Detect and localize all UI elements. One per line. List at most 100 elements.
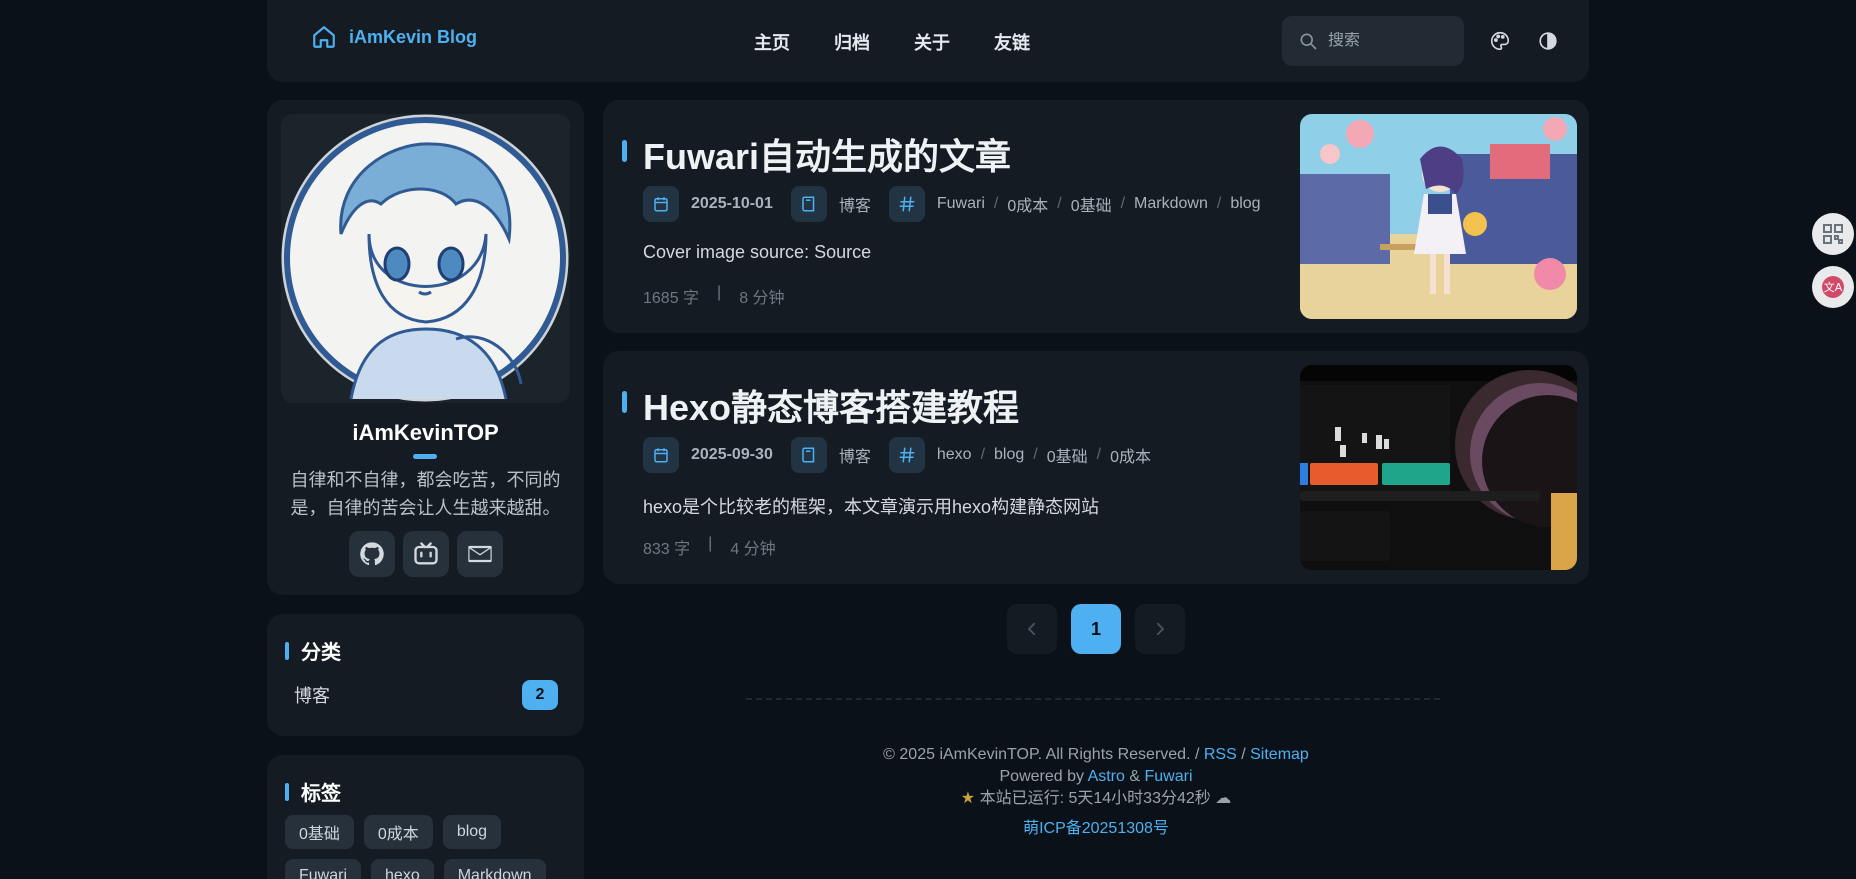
search-input[interactable] xyxy=(1328,32,1448,50)
avatar[interactable] xyxy=(281,114,570,403)
prev-page-button[interactable] xyxy=(1007,604,1057,654)
bilibili-button[interactable] xyxy=(403,531,449,577)
contrast-icon xyxy=(1539,32,1557,50)
tag-list: 0基础 0成本 blog Fuwari hexo Markdown xyxy=(285,815,575,879)
calendar-badge xyxy=(643,437,679,473)
footer-runtime-line: ★ 本站已运行: 5天14小时33分42秒 ☁ xyxy=(603,788,1589,810)
tag-separator: / xyxy=(1033,446,1038,463)
page-number-button[interactable]: 1 xyxy=(1071,604,1121,654)
footer-copyright-line: © 2025 iAmKevinTOP. All Rights Reserved.… xyxy=(603,744,1589,766)
translate-button[interactable]: 文A xyxy=(1812,266,1854,308)
palette-icon xyxy=(1491,31,1510,51)
footer-slash: / xyxy=(1241,746,1246,763)
fuwari-link[interactable]: Fuwari xyxy=(1144,768,1192,785)
tags-badge xyxy=(888,186,925,222)
calendar-icon xyxy=(654,197,668,212)
theme-color-button[interactable] xyxy=(1483,24,1517,58)
star-icon: ★ xyxy=(960,790,976,807)
next-page-button[interactable] xyxy=(1135,604,1185,654)
navbar: iAmKevin Blog 主页 归档 关于 友链 xyxy=(267,0,1589,82)
post-tag[interactable]: blog xyxy=(994,446,1024,464)
post-stats: 833 字 | 4 分钟 xyxy=(643,535,776,559)
post-category[interactable]: 博客 xyxy=(839,192,871,216)
footer-powered-line: Powered by Astro & Fuwari xyxy=(603,766,1589,788)
category-label: 博客 xyxy=(294,686,330,706)
brand-link[interactable]: iAmKevin Blog xyxy=(311,24,477,50)
category-badge xyxy=(790,437,827,473)
powered-by-text: Powered by xyxy=(999,768,1085,785)
nav-item-friends[interactable]: 友链 xyxy=(972,25,1052,59)
nav-item-about[interactable]: 关于 xyxy=(892,25,972,59)
tags-badge xyxy=(888,437,925,473)
post-category[interactable]: 博客 xyxy=(839,443,871,467)
tag-chip[interactable]: 0成本 xyxy=(363,815,433,849)
stats-divider: | xyxy=(717,284,722,301)
avatar-frame xyxy=(281,114,570,403)
home-icon xyxy=(313,26,335,48)
post-tag[interactable]: blog xyxy=(1230,195,1260,213)
profile-bio: 自律和不自律，都会吃苦，不同的是，自律的苦会让人生越来越甜。 xyxy=(290,470,561,518)
post-cover-image[interactable] xyxy=(1300,365,1577,570)
qr-code-icon xyxy=(1823,224,1843,244)
tag-chip[interactable]: Markdown xyxy=(443,859,546,879)
runtime-text: 本站已运行: 5天14小时33分42秒 xyxy=(979,790,1211,807)
read-time: 4 分钟 xyxy=(730,541,776,558)
post-cover-image[interactable] xyxy=(1300,114,1577,319)
tag-separator: / xyxy=(980,446,986,463)
post-tag[interactable]: 0成本 xyxy=(1007,192,1048,216)
copyright-text: © 2025 iAmKevinTOP. All Rights Reserved.… xyxy=(883,746,1200,763)
chevron-right-icon xyxy=(1156,622,1165,636)
social-links xyxy=(349,531,503,577)
dark-mode-toggle[interactable] xyxy=(1531,24,1565,58)
title-accent xyxy=(285,782,289,801)
tag-chip[interactable]: blog xyxy=(442,815,502,849)
post-title[interactable]: Fuwari自动生成的文章 xyxy=(643,128,1011,180)
post-tag[interactable]: Markdown xyxy=(1134,195,1208,213)
sitemap-link[interactable]: Sitemap xyxy=(1250,746,1309,763)
website-screenshot-cover xyxy=(1300,365,1577,570)
post-tag[interactable]: 0成本 xyxy=(1110,443,1151,467)
profile-name: iAmKevinTOP xyxy=(352,420,499,445)
categories-widget: 分类 博客 2 xyxy=(267,614,584,736)
email-button[interactable] xyxy=(457,531,503,577)
word-count: 1685 字 xyxy=(643,290,700,307)
main-nav: 主页 归档 关于 友链 xyxy=(732,25,1052,59)
post-date: 2025-10-01 xyxy=(691,195,773,212)
svg-text:文A: 文A xyxy=(1824,280,1843,294)
post-title-accent xyxy=(622,140,627,162)
post-tag[interactable]: hexo xyxy=(937,446,972,464)
tag-chip[interactable]: Fuwari xyxy=(285,859,362,879)
search-box[interactable] xyxy=(1282,16,1464,66)
post-tag[interactable]: 0基础 xyxy=(1071,192,1112,216)
footer: © 2025 iAmKevinTOP. All Rights Reserved.… xyxy=(603,744,1589,840)
astro-link[interactable]: Astro xyxy=(1088,768,1125,785)
post-title[interactable]: Hexo静态博客搭建教程 xyxy=(643,379,1019,431)
category-item-blog[interactable]: 博客 2 xyxy=(294,678,558,712)
nav-item-archive[interactable]: 归档 xyxy=(812,25,892,59)
post-tag[interactable]: 0基础 xyxy=(1047,443,1088,467)
tag-chip[interactable]: hexo xyxy=(371,859,434,879)
profile-card: iAmKevinTOP 自律和不自律，都会吃苦，不同的是，自律的苦会让人生越来越… xyxy=(267,100,584,595)
tag-chip[interactable]: 0基础 xyxy=(285,815,354,849)
category-badge xyxy=(790,186,827,222)
tags-title-text: 标签 xyxy=(301,783,341,805)
book-icon xyxy=(802,447,815,463)
github-icon xyxy=(360,542,384,566)
tag-separator: / xyxy=(1216,195,1222,212)
nav-item-home[interactable]: 主页 xyxy=(732,25,812,59)
post-meta: 2025-09-30 博客 hexo / blog / 0基础 / 0成本 xyxy=(643,437,1151,473)
post-tag[interactable]: Fuwari xyxy=(937,195,985,213)
post-card: Fuwari自动生成的文章 2025-10-01 博客 Fuwari / 0成本… xyxy=(603,100,1589,333)
translate-icon: 文A xyxy=(1822,276,1844,298)
post-meta: 2025-10-01 博客 Fuwari / 0成本 / 0基础 / Markd… xyxy=(643,186,1261,222)
github-button[interactable] xyxy=(349,531,395,577)
tag-separator: / xyxy=(993,195,999,212)
name-underline xyxy=(413,454,437,459)
rss-link[interactable]: RSS xyxy=(1204,746,1237,763)
ampersand: & xyxy=(1129,768,1141,785)
tag-separator: / xyxy=(1057,195,1062,212)
stats-divider: | xyxy=(708,535,713,552)
icp-link[interactable]: 萌ICP备20251308号 xyxy=(603,818,1589,840)
qr-code-button[interactable] xyxy=(1812,213,1854,255)
tags-widget: 标签 0基础 0成本 blog Fuwari hexo Markdown xyxy=(267,755,584,879)
